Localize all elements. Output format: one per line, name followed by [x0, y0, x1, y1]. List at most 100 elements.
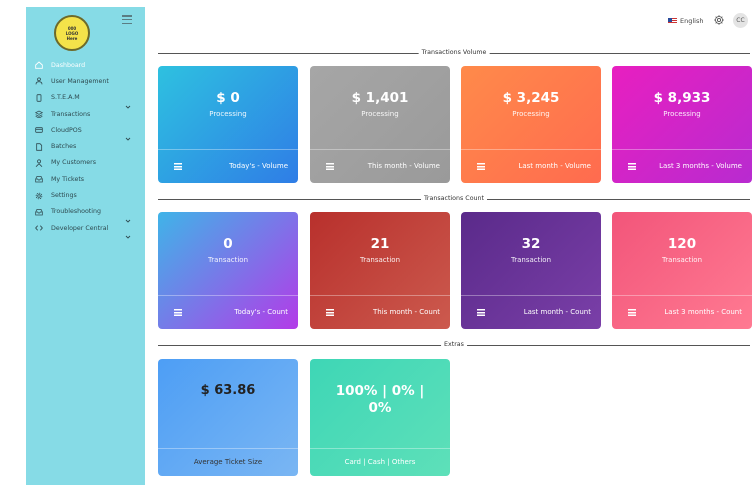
list-icon — [477, 163, 485, 170]
volume-subtitle: Processing — [361, 110, 399, 118]
home-icon — [35, 61, 43, 69]
count-footer-label: Today's - Count — [234, 308, 288, 316]
gear-icon — [35, 192, 43, 200]
count-footer-label: This month - Count — [372, 308, 440, 316]
section-title-count: Transactions Count — [420, 195, 488, 202]
count-subtitle: Transaction — [359, 256, 401, 264]
chevron-down-icon[interactable] — [125, 209, 131, 223]
volume-footer-label: Last 3 months - Volume — [659, 162, 742, 170]
count-amount: 32 — [521, 236, 541, 252]
sidebar-item-label: S.T.E.A.M — [51, 94, 80, 102]
users-icon — [35, 77, 43, 85]
sidebar-item-my-tickets[interactable]: My Tickets — [26, 171, 145, 187]
volume-footer-label: This month - Volume — [367, 162, 440, 170]
card-footer: Today's - Count — [158, 295, 298, 329]
sidebar-item-settings[interactable]: Settings — [26, 187, 145, 203]
sidebar-item-s-t-e-a-m[interactable]: S.T.E.A.M — [26, 90, 145, 109]
credit-card-icon — [35, 126, 43, 134]
list-icon — [174, 309, 182, 316]
card-footer: Last 3 months - Count — [612, 295, 752, 329]
sidebar-item-label: Batches — [51, 143, 77, 151]
payment-split-amount: 100% | 0% | 0% — [335, 383, 425, 416]
card-footer: Last month - Volume — [461, 149, 601, 183]
sidebar-item-my-customers[interactable]: My Customers — [26, 155, 145, 171]
sidebar: 000 LOGO Here Dashboard User Management S.… — [26, 7, 145, 485]
sidebar-item-developer-central[interactable]: Developer Central — [26, 220, 145, 239]
section-title-volume: Transactions Volume — [418, 49, 490, 56]
sidebar-item-troubleshooting[interactable]: Troubleshooting — [26, 204, 145, 223]
average-ticket-label: Average Ticket Size — [193, 458, 263, 466]
volume-footer-label: Today's - Volume — [229, 162, 288, 170]
volume-amount: $ 1,401 — [351, 90, 409, 106]
inbox-icon — [35, 208, 43, 216]
volume-subtitle: Processing — [512, 110, 550, 118]
mobile-icon — [35, 94, 43, 102]
language-selector[interactable]: English — [668, 16, 703, 26]
volume-subtitle: Processing — [209, 110, 247, 118]
count-card[interactable]: 0 Transaction Today's - Count — [158, 212, 298, 329]
list-icon — [326, 163, 334, 170]
sidebar-nav: Dashboard User Management S.T.E.A.M Transac… — [26, 57, 145, 239]
sidebar-item-label: Troubleshooting — [51, 208, 102, 216]
chevron-down-icon[interactable] — [125, 127, 131, 141]
count-card[interactable]: 21 Transaction This month - Count — [310, 212, 450, 329]
volume-card[interactable]: $ 1,401 Processing This month - Volume — [310, 66, 450, 183]
sidebar-item-dashboard[interactable]: Dashboard — [26, 57, 145, 73]
language-label: English — [680, 17, 704, 25]
list-icon — [628, 309, 636, 316]
chevron-down-icon[interactable] — [125, 95, 131, 109]
settings-gear-icon[interactable] — [713, 14, 725, 26]
sidebar-item-label: Developer Central — [51, 224, 109, 232]
volume-amount: $ 3,245 — [502, 90, 560, 106]
sidebar-item-cloudpos[interactable]: CloudPOS — [26, 122, 145, 141]
section-divider-volume: Transactions Volume — [158, 49, 750, 56]
code-icon — [35, 224, 43, 232]
us-flag-icon — [668, 18, 677, 24]
sidebar-item-transactions[interactable]: Transactions — [26, 106, 145, 122]
count-subtitle: Transaction — [510, 256, 552, 264]
sidebar-item-label: My Tickets — [51, 175, 85, 183]
list-icon — [628, 163, 636, 170]
payment-split-card[interactable]: 100% | 0% | 0% Card | Cash | Others — [310, 359, 450, 476]
sidebar-item-label: Settings — [51, 192, 77, 200]
sidebar-item-user-management[interactable]: User Management — [26, 73, 145, 89]
volume-card[interactable]: $ 3,245 Processing Last month - Volume — [461, 66, 601, 183]
list-icon — [477, 309, 485, 316]
count-footer-label: Last month - Count — [523, 308, 591, 316]
menu-toggle-icon[interactable] — [122, 15, 132, 25]
chevron-down-icon[interactable] — [125, 225, 131, 239]
card-footer: Last 3 months - Volume — [612, 149, 752, 183]
volume-amount: $ 0 — [216, 90, 240, 106]
volume-subtitle: Processing — [663, 110, 701, 118]
count-amount: 0 — [223, 236, 233, 252]
card-footer: Last month - Count — [461, 295, 601, 329]
card-footer: Today's - Volume — [158, 149, 298, 183]
file-icon — [35, 142, 43, 151]
volume-card[interactable]: $ 0 Processing Today's - Volume — [158, 66, 298, 183]
volume-card[interactable]: $ 8,933 Processing Last 3 months - Volume — [612, 66, 752, 183]
section-divider-count: Transactions Count — [158, 195, 750, 202]
company-logo[interactable]: 000 LOGO Here — [54, 15, 90, 51]
count-amount: 21 — [370, 236, 390, 252]
stack-icon — [35, 110, 43, 119]
card-footer: This month - Volume — [310, 149, 450, 183]
count-footer-label: Last 3 months - Count — [664, 308, 742, 316]
sidebar-item-label: User Management — [51, 77, 109, 85]
payment-split-label: Card | Cash | Others — [344, 458, 416, 466]
user-avatar[interactable]: CC — [733, 13, 748, 28]
count-card[interactable]: 32 Transaction Last month - Count — [461, 212, 601, 329]
average-ticket-card[interactable]: $ 63.86 Average Ticket Size — [158, 359, 298, 476]
list-icon — [174, 163, 182, 170]
user-icon — [35, 159, 43, 167]
inbox-icon — [35, 175, 43, 183]
count-amount: 120 — [667, 236, 697, 252]
card-footer: This month - Count — [310, 295, 450, 329]
section-title-extras: Extras — [441, 341, 467, 348]
sidebar-item-batches[interactable]: Batches — [26, 138, 145, 154]
sidebar-item-label: Dashboard — [51, 61, 86, 69]
count-card[interactable]: 120 Transaction Last 3 months - Count — [612, 212, 752, 329]
average-ticket-amount: $ 63.86 — [200, 383, 256, 398]
count-subtitle: Transaction — [661, 256, 703, 264]
volume-amount: $ 8,933 — [653, 90, 711, 106]
card-footer: Card | Cash | Others — [310, 448, 450, 476]
